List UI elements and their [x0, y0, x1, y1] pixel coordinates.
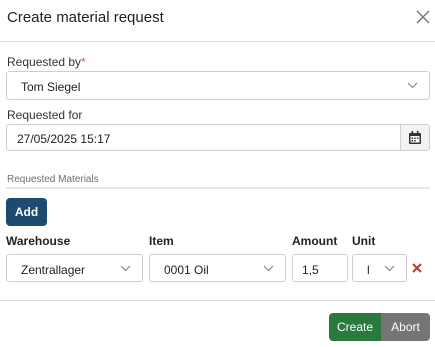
dialog-header: Create material request — [0, 0, 435, 42]
chevron-down-icon — [407, 82, 418, 89]
column-header-warehouse: Warehouse — [6, 234, 71, 248]
calendar-button[interactable] — [401, 124, 430, 151]
unit-select[interactable]: l — [352, 254, 407, 282]
requested-materials-label: Requested Materials — [7, 174, 99, 185]
dialog-title: Create material request — [7, 9, 164, 26]
warehouse-select[interactable]: Zentrallager — [6, 254, 143, 282]
required-marker: * — [81, 55, 86, 69]
close-icon[interactable] — [416, 10, 430, 24]
footer-divider — [0, 300, 435, 301]
column-header-item: Item — [149, 234, 174, 248]
amount-input[interactable]: 1,5 — [292, 254, 348, 282]
column-header-unit: Unit — [352, 234, 376, 248]
amount-value: 1,5 — [302, 263, 319, 277]
calendar-icon — [409, 131, 421, 144]
section-divider — [6, 187, 430, 189]
column-header-amount: Amount — [292, 234, 338, 248]
create-material-request-dialog: Create material request Requested by* To… — [0, 0, 435, 347]
requested-by-label: Requested by* — [7, 55, 86, 69]
abort-button[interactable]: Abort — [381, 313, 430, 341]
requested-by-select[interactable]: Tom Siegel — [6, 71, 430, 100]
unit-value: l — [367, 263, 370, 277]
requested-for-value: 27/05/2025 15:17 — [17, 132, 111, 146]
warehouse-value: Zentrallager — [21, 263, 86, 277]
requested-by-value: Tom Siegel — [21, 80, 81, 94]
chevron-down-icon — [384, 265, 395, 272]
item-select[interactable]: 0001 Oil — [149, 254, 286, 282]
remove-icon — [412, 263, 422, 273]
chevron-down-icon — [263, 265, 274, 272]
create-button[interactable]: Create — [329, 313, 381, 341]
chevron-down-icon — [120, 265, 131, 272]
requested-by-label-text: Requested by — [7, 55, 82, 69]
add-button[interactable]: Add — [6, 198, 47, 226]
item-value: 0001 Oil — [164, 263, 209, 277]
requested-for-input[interactable]: 27/05/2025 15:17 — [6, 124, 401, 151]
requested-for-label: Requested for — [7, 108, 83, 122]
remove-row-button[interactable] — [411, 262, 423, 274]
